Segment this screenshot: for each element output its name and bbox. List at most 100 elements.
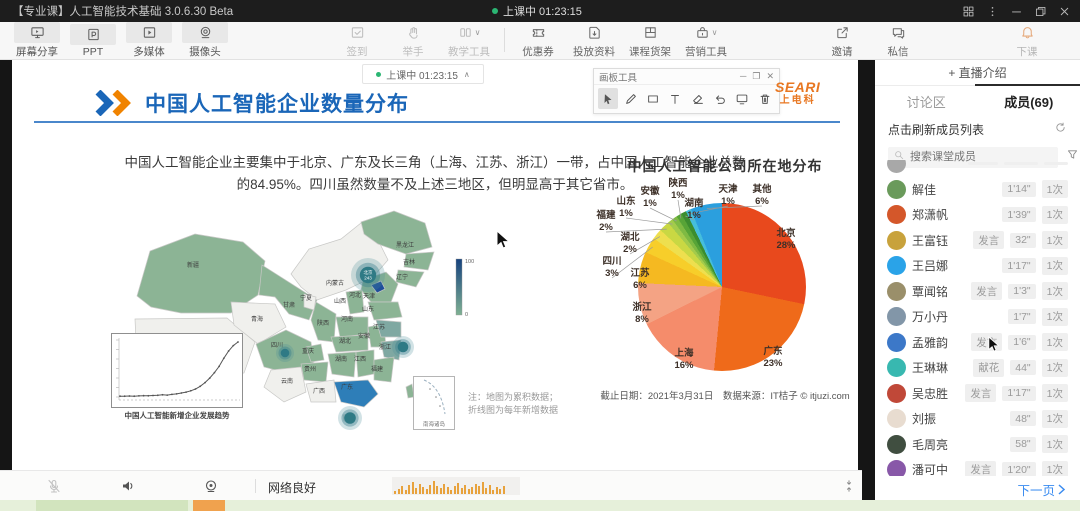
- class-timer-pill[interactable]: 上课中 01:23:15 ∧: [362, 64, 484, 84]
- invite-icon: [819, 22, 865, 43]
- tab-members[interactable]: 成员(69): [978, 92, 1080, 111]
- member-name: 吴忠胜: [912, 385, 959, 402]
- member-row-王富钰[interactable]: 王富钰发言32"1次: [875, 228, 1080, 254]
- webcam-icon[interactable]: [203, 478, 219, 499]
- member-row-吴忠胜[interactable]: 吴忠胜发言1'17"1次: [875, 381, 1080, 407]
- board-restore-icon[interactable]: ❐: [752, 71, 760, 82]
- member-name: 刘振: [912, 410, 1004, 427]
- toolbar-divider: [504, 28, 505, 52]
- pie-label-其他: 其他6%: [742, 184, 782, 207]
- tab-discussion[interactable]: 讨论区: [875, 92, 978, 111]
- chevron-up-icon[interactable]: ∧: [464, 70, 470, 79]
- collapse-icon[interactable]: [842, 479, 856, 498]
- refresh-icon[interactable]: [1054, 121, 1067, 137]
- microphone-muted-icon[interactable]: [46, 478, 62, 499]
- status-text: 上课中 01:23:15: [503, 3, 582, 19]
- toolbar-button-media[interactable]: 多媒体: [126, 22, 172, 59]
- member-duration: 1'14": [1002, 182, 1035, 197]
- toolbar-button-hand[interactable]: 举手: [390, 22, 436, 59]
- minimize-icon[interactable]: [1004, 0, 1028, 22]
- audio-waveform: [392, 477, 520, 495]
- toolbar-button-message[interactable]: 私信: [875, 22, 921, 59]
- board-minimize-icon[interactable]: ─: [740, 71, 746, 82]
- toolbar-button-coupon[interactable]: 优惠券: [515, 22, 561, 59]
- toolbar-button-monitor[interactable]: 屏幕分享: [14, 22, 60, 59]
- toolbar-group-end: 下课: [1004, 22, 1060, 59]
- member-badge: 发言: [971, 282, 1002, 300]
- whiteboard-toolbar-title: 画板工具: [599, 70, 637, 84]
- member-row-郑潇帆[interactable]: 郑潇帆1'39"1次: [875, 202, 1080, 228]
- waveform-bar: [443, 484, 445, 494]
- strip-segment: [193, 500, 225, 511]
- avatar: [887, 160, 906, 173]
- board-tool-screen-icon[interactable]: [732, 88, 752, 109]
- toolbar-button-invite[interactable]: 邀请: [819, 22, 865, 59]
- waveform-bar: [457, 483, 459, 494]
- member-row-王琳琳[interactable]: 王琳琳献花44"1次: [875, 355, 1080, 381]
- board-tool-rect-icon[interactable]: [643, 88, 663, 109]
- more-icon[interactable]: [980, 0, 1004, 22]
- toolbar-button-label: 举手: [403, 44, 424, 59]
- toolbar-button-label: 下课: [1017, 44, 1038, 59]
- next-page-link[interactable]: 下一页: [1017, 480, 1066, 499]
- toolbar-button-shelf[interactable]: 课程货架: [627, 22, 673, 59]
- avatar: [887, 205, 906, 224]
- board-close-icon[interactable]: ✕: [766, 71, 774, 82]
- toolbar-button-checkin[interactable]: 签到: [334, 22, 380, 59]
- svg-text:内蒙古: 内蒙古: [326, 279, 344, 287]
- svg-text:河南: 河南: [341, 315, 353, 323]
- member-row-万小丹[interactable]: 万小丹1'7"1次: [875, 304, 1080, 330]
- toolbar-button-bell[interactable]: 下课: [1004, 22, 1050, 59]
- member-row-覃闻铭[interactable]: 覃闻铭发言1'3"1次: [875, 279, 1080, 305]
- member-row[interactable]: [875, 160, 1080, 177]
- restore-icon[interactable]: [1028, 0, 1052, 22]
- member-name: 王吕娜: [912, 257, 996, 274]
- member-name: 郑潇帆: [912, 206, 996, 223]
- waveform-bar: [499, 489, 501, 494]
- toolbar-button-marketing[interactable]: ∨营销工具: [683, 22, 729, 59]
- bottom-progress-strip: [0, 500, 1080, 511]
- svg-text:江西: 江西: [354, 356, 366, 363]
- member-row-毛周亮[interactable]: 毛周亮58"1次: [875, 432, 1080, 458]
- board-tool-cursor-icon[interactable]: [598, 88, 618, 109]
- avatar: [887, 256, 906, 275]
- board-tool-text-icon[interactable]: [665, 88, 685, 109]
- speaker-icon[interactable]: [120, 478, 136, 499]
- board-tool-undo-icon[interactable]: [710, 88, 730, 109]
- member-row-解佳[interactable]: 解佳1'14"1次: [875, 177, 1080, 203]
- refresh-members-row[interactable]: 点击刷新成员列表: [875, 116, 1080, 142]
- waveform-bar: [398, 489, 400, 494]
- member-count: 1次: [1042, 206, 1068, 224]
- toolbar-button-camera[interactable]: 摄像头: [182, 22, 228, 59]
- sea-inset-label: 南海诸岛: [414, 420, 454, 428]
- svg-text:天津: 天津: [363, 293, 375, 300]
- svg-text:福建: 福建: [371, 365, 383, 373]
- member-count: 1次: [1042, 231, 1068, 249]
- class-status: 上课中 01:23:15: [492, 0, 582, 22]
- toolbar-button-label: 邀请: [832, 44, 853, 59]
- board-tool-eraser-icon[interactable]: [688, 88, 708, 109]
- board-tool-pencil-icon[interactable]: [620, 88, 640, 109]
- board-tool-trash-icon[interactable]: [755, 88, 775, 109]
- app-window: 【专业课】人工智能技术基础 3.0.6.30 Beta 上课中 01:23:15…: [0, 0, 1080, 511]
- toolbar-button-material[interactable]: 投放资料: [571, 22, 617, 59]
- member-count: [1044, 162, 1068, 165]
- apps-grid-icon[interactable]: [956, 0, 980, 22]
- live-intro-button[interactable]: + 直播介绍: [875, 60, 1080, 86]
- tools-icon: ∨: [446, 22, 492, 43]
- member-row-刘振[interactable]: 刘振48"1次: [875, 406, 1080, 432]
- member-row-潘可中[interactable]: 潘可中发言1'20"1次: [875, 457, 1080, 476]
- close-icon[interactable]: [1052, 0, 1076, 22]
- member-row-王吕娜[interactable]: 王吕娜1'17"1次: [875, 253, 1080, 279]
- toolbar-button-tools[interactable]: ∨教学工具: [446, 22, 492, 59]
- message-icon: [875, 22, 921, 43]
- member-badge: 发言: [965, 461, 996, 476]
- member-name: 王琳琳: [912, 359, 967, 376]
- media-icon: [126, 22, 172, 43]
- map-note: 注：地图为累积数据； 折线图为每年新增数据: [468, 391, 558, 417]
- waveform-bar: [426, 489, 428, 494]
- seari-logo: SEARI 上电科: [775, 80, 820, 106]
- member-row-孟雅韵[interactable]: 孟雅韵发言1'6"1次: [875, 330, 1080, 356]
- toolbar-button-ppt[interactable]: PPT: [70, 22, 116, 59]
- avatar: [887, 384, 906, 403]
